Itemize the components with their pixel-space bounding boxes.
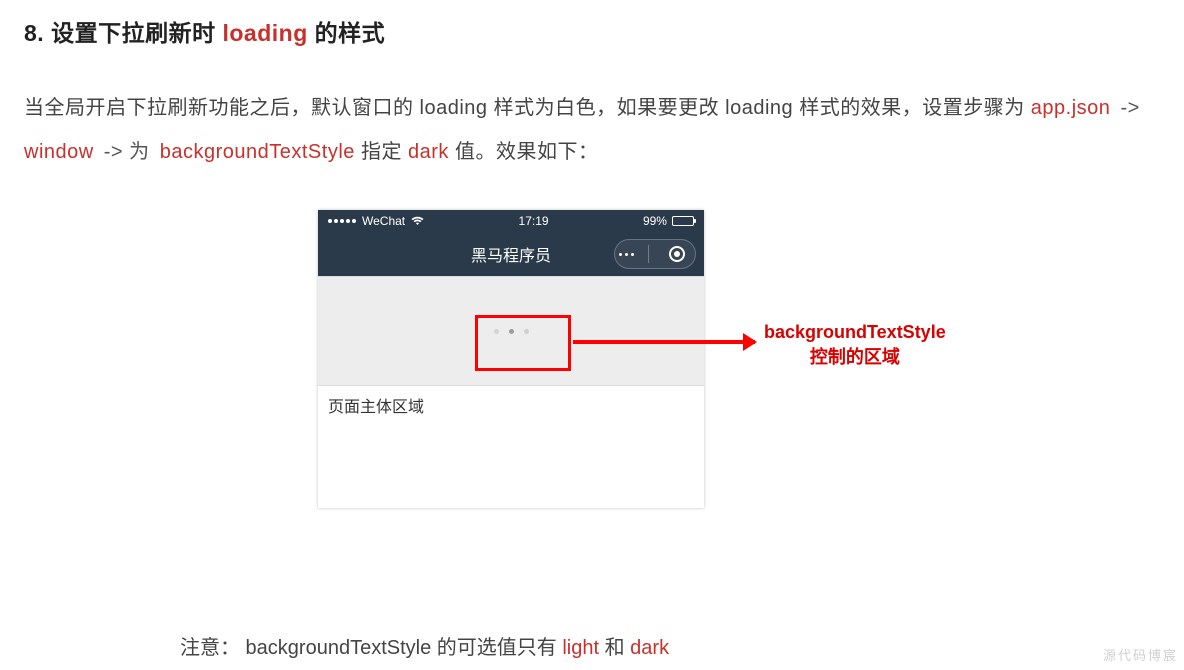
- watermark: 源代码博宸: [1103, 645, 1178, 664]
- capsule-menu-icon: [625, 253, 628, 256]
- note-light: light: [562, 637, 599, 659]
- nav-bar: 黑马程序员: [318, 232, 704, 276]
- heading-prefix: 设置下拉刷新时: [51, 20, 222, 46]
- callout-line-1: backgroundTextStyle: [764, 320, 946, 345]
- nav-title: 黑马程序员: [471, 242, 551, 266]
- para-mid: 指定: [355, 141, 408, 163]
- note-prefix: 注意： backgroundTextStyle 的可选值只有: [180, 637, 562, 659]
- heading-suffix: 的样式: [308, 20, 385, 46]
- signal-icon: [328, 219, 356, 223]
- content-text: 页面主体区域: [328, 399, 424, 416]
- battery-icon: [672, 216, 694, 226]
- note-dark: dark: [630, 637, 669, 659]
- figure-wrapper: WeChat 17:19 99% 黑马程序员: [0, 210, 1184, 540]
- wifi-icon: [411, 216, 424, 226]
- para-end: 值。效果如下：: [449, 141, 599, 163]
- status-left: WeChat: [328, 214, 424, 228]
- heading-number: 8.: [24, 20, 51, 46]
- step-dark: dark: [408, 141, 449, 163]
- carrier-text: WeChat: [362, 214, 405, 228]
- note-text: 注意： backgroundTextStyle 的可选值只有 light 和 d…: [180, 631, 669, 660]
- annotation-arrow: [573, 340, 755, 344]
- capsule-close-icon: [669, 246, 685, 262]
- note-mid: 和: [599, 637, 630, 659]
- capsule-button: [614, 239, 696, 269]
- heading-loading-word: loading: [222, 20, 307, 46]
- callout-line-2: 控制的区域: [764, 345, 946, 370]
- step-window: window: [24, 141, 94, 163]
- arrow-1: ->: [1110, 97, 1143, 119]
- section-heading: 8. 设置下拉刷新时 loading 的样式: [0, 0, 1184, 48]
- para-text-1: 当全局开启下拉刷新功能之后，默认窗口的 loading 样式为白色，如果要更改 …: [24, 97, 1031, 119]
- annotation-callout: backgroundTextStyle 控制的区域: [764, 320, 946, 370]
- description-paragraph: 当全局开启下拉刷新功能之后，默认窗口的 loading 样式为白色，如果要更改 …: [0, 48, 1184, 174]
- status-bar: WeChat 17:19 99%: [318, 210, 704, 232]
- step-bgtextstyle: backgroundTextStyle: [160, 141, 355, 163]
- capsule-separator: [648, 245, 649, 263]
- page-content-area: 页面主体区域: [318, 385, 704, 507]
- status-time: 17:19: [519, 214, 549, 228]
- battery-percent: 99%: [643, 214, 667, 228]
- arrow-2: -> 为: [94, 141, 160, 163]
- annotation-box: [475, 315, 571, 371]
- status-right: 99%: [643, 214, 694, 228]
- step-appjson: app.json: [1031, 97, 1111, 119]
